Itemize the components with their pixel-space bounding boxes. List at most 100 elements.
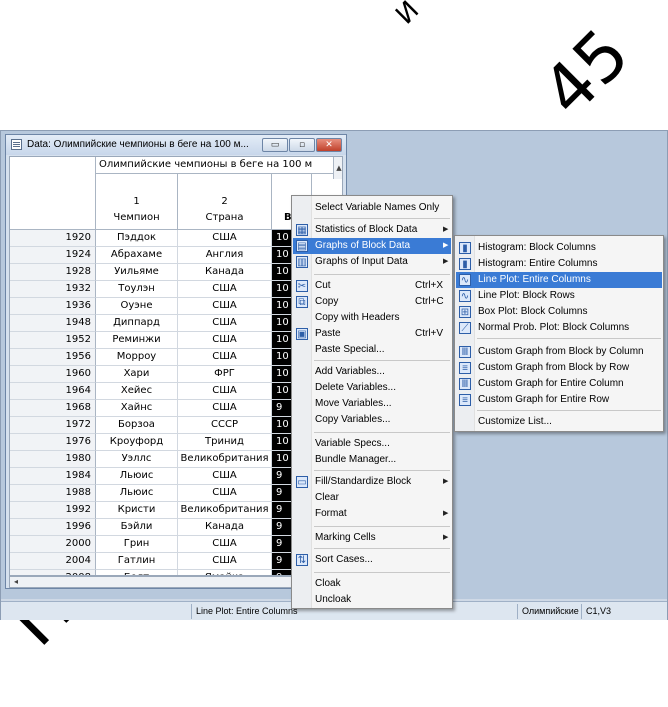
row-header-year[interactable]: 1968 [10,400,96,417]
menu-item-cloak[interactable]: Cloak [293,576,451,592]
column-header-1[interactable]: 1 Чемпион [96,174,178,230]
menu-item-graphs-of-input-data[interactable]: ▥ Graphs of Input Data ▶ [293,254,451,270]
cell-country[interactable]: США [178,349,272,366]
cell-country[interactable]: США [178,383,272,400]
row-header-year[interactable]: 1964 [10,383,96,400]
cell-country[interactable]: ФРГ [178,366,272,383]
row-header-year[interactable]: 1928 [10,264,96,281]
menu-item-delete-variables[interactable]: Delete Variables... [293,380,451,396]
cell-champion[interactable]: Хайнс [96,400,178,417]
row-header-year[interactable]: 1948 [10,315,96,332]
cell-champion[interactable]: Оуэне [96,298,178,315]
menu-item-copy-variables[interactable]: Copy Variables... [293,412,451,428]
menu-item-copy-with-headers[interactable]: Copy with Headers [293,310,451,326]
scroll-up-arrow[interactable]: ▲ [333,157,342,179]
cell-champion[interactable]: Хейес [96,383,178,400]
submenu-item-histogram-block-columns[interactable]: ▮ Histogram: Block Columns [456,240,662,256]
menu-item-fill-standardize-block[interactable]: ▭ Fill/Standardize Block ▶ [293,474,451,490]
menu-item-cut[interactable]: ✂ Cut Ctrl+X [293,278,451,294]
cell-champion[interactable]: Уэллс [96,451,178,468]
cell-country[interactable]: Великобритания [178,451,272,468]
cell-champion[interactable]: Бэйли [96,519,178,536]
row-header-year[interactable]: 2000 [10,536,96,553]
cell-champion[interactable]: Грин [96,536,178,553]
cell-country[interactable]: США [178,468,272,485]
row-header-year[interactable]: 2004 [10,553,96,570]
row-header-year[interactable]: 1996 [10,519,96,536]
cell-country[interactable]: США [178,332,272,349]
cell-champion[interactable]: Тоулэн [96,281,178,298]
menu-item-graphs-of-block-data[interactable]: ▤ Graphs of Block Data ▶ [293,238,451,254]
row-header-year[interactable]: 1956 [10,349,96,366]
menu-item-sort-cases[interactable]: ⇅ Sort Cases... [293,552,451,568]
cell-country[interactable]: США [178,553,272,570]
submenu-item-custom-graph-for-entire-column[interactable]: Ⅲ Custom Graph for Entire Column [456,376,662,392]
cell-champion[interactable]: Морроу [96,349,178,366]
cell-champion[interactable]: Кроуфорд [96,434,178,451]
cell-champion[interactable]: Борзоа [96,417,178,434]
submenu-item-customize-list[interactable]: Customize List... [456,414,662,430]
cell-country[interactable]: Канада [178,519,272,536]
menu-item-move-variables[interactable]: Move Variables... [293,396,451,412]
cell-country[interactable]: Англия [178,247,272,264]
cell-champion[interactable]: Пэддок [96,230,178,247]
cell-country[interactable]: Тринид [178,434,272,451]
submenu-item-line-plot-entire-columns[interactable]: ∿ Line Plot: Entire Columns [456,272,662,288]
cell-country[interactable]: США [178,485,272,502]
submenu-item-box-plot-block-columns[interactable]: ⊞ Box Plot: Block Columns [456,304,662,320]
cell-country[interactable]: США [178,281,272,298]
cell-country[interactable]: США [178,298,272,315]
column-header-2[interactable]: 2 Страна [178,174,272,230]
menu-item-statistics-of-block-data[interactable]: ▦ Statistics of Block Data ▶ [293,222,451,238]
cell-champion[interactable]: Хари [96,366,178,383]
row-header-year[interactable]: 1992 [10,502,96,519]
menu-item-add-variables[interactable]: Add Variables... [293,364,451,380]
menu-item-paste[interactable]: ▣ Paste Ctrl+V [293,326,451,342]
cell-champion[interactable]: Льюис [96,485,178,502]
menu-item-copy[interactable]: ⧉ Copy Ctrl+C [293,294,451,310]
submenu-item-line-plot-block-rows[interactable]: ∿ Line Plot: Block Rows [456,288,662,304]
cell-country[interactable]: СССР [178,417,272,434]
menu-item-variable-specs[interactable]: Variable Specs... [293,436,451,452]
cell-champion[interactable]: Абрахаме [96,247,178,264]
row-header-year[interactable]: 1972 [10,417,96,434]
row-header-year[interactable]: 1988 [10,485,96,502]
row-header-year[interactable]: 1920 [10,230,96,247]
cell-country[interactable]: США [178,400,272,417]
submenu-item-custom-graph-from-block-by-row[interactable]: ≡ Custom Graph from Block by Row [456,360,662,376]
cell-champion[interactable]: Реминжи [96,332,178,349]
menu-item-format[interactable]: Format ▶ [293,506,451,522]
cell-champion[interactable]: Кристи [96,502,178,519]
minimize-button[interactable]: ▭ [262,138,288,152]
row-header-year[interactable]: 1932 [10,281,96,298]
cell-champion[interactable]: Уильяме [96,264,178,281]
cell-champion[interactable]: Льюис [96,468,178,485]
submenu-item-custom-graph-from-block-by-column[interactable]: Ⅲ Custom Graph from Block by Column [456,344,662,360]
row-header-year[interactable]: 1976 [10,434,96,451]
submenu-item-histogram-entire-columns[interactable]: ▮ Histogram: Entire Columns [456,256,662,272]
grid-corner[interactable] [10,157,96,230]
row-header-year[interactable]: 1980 [10,451,96,468]
menu-item-paste-special[interactable]: Paste Special... [293,342,451,358]
cell-champion[interactable]: Диппард [96,315,178,332]
row-header-year[interactable]: 1960 [10,366,96,383]
maximize-button[interactable]: ▫ [289,138,315,152]
cell-country[interactable]: США [178,230,272,247]
cell-champion[interactable]: Гатлин [96,553,178,570]
cell-country[interactable]: США [178,536,272,553]
close-button[interactable]: ✕ [316,138,342,152]
menu-item-marking-cells[interactable]: Marking Cells ▶ [293,530,451,546]
cell-country[interactable]: США [178,315,272,332]
window-titlebar[interactable]: Data: Олимпийские чемпионы в беге на 100… [6,135,346,155]
cell-country[interactable]: Великобритания [178,502,272,519]
submenu-item-normal-prob-plot-block-columns[interactable]: ⟋ Normal Prob. Plot: Block Columns [456,320,662,336]
submenu-item-custom-graph-for-entire-row[interactable]: ≡ Custom Graph for Entire Row [456,392,662,408]
menu-item-select-variable-names-only[interactable]: Select Variable Names Only [293,200,451,216]
row-header-year[interactable]: 1984 [10,468,96,485]
row-header-year[interactable]: 1936 [10,298,96,315]
menu-item-uncloak[interactable]: Uncloak [293,592,451,608]
row-header-year[interactable]: 1924 [10,247,96,264]
cell-country[interactable]: Канада [178,264,272,281]
row-header-year[interactable]: 1952 [10,332,96,349]
menu-item-bundle-manager[interactable]: Bundle Manager... [293,452,451,468]
